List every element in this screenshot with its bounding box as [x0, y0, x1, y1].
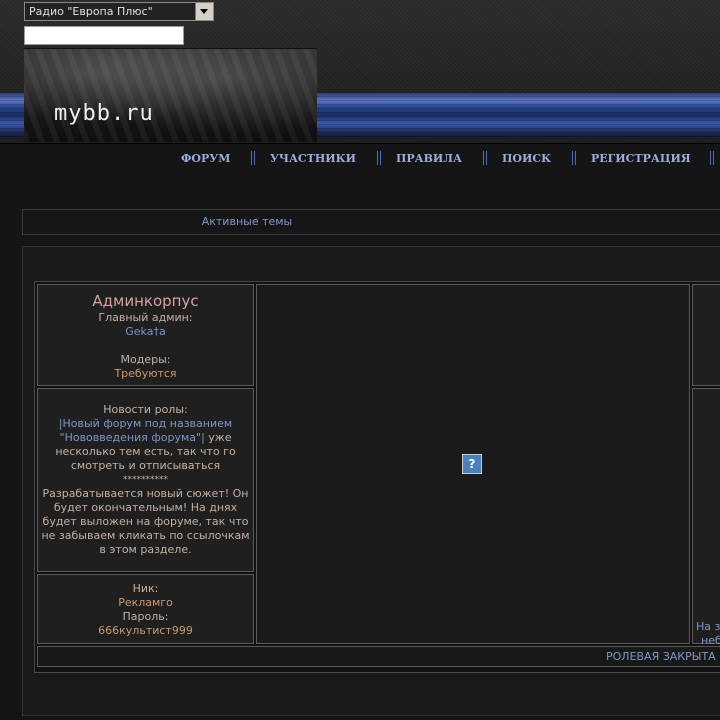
nav-register[interactable]: РЕГИСТРАЦИЯ [591, 149, 691, 169]
right-partial-line: На з [696, 620, 720, 633]
nav-rules[interactable]: ПРАВИЛА [396, 149, 462, 169]
main-admin-label: Главный админ: [98, 311, 193, 324]
active-topics-link[interactable]: Активные темы [23, 210, 471, 234]
moders-value: Требуются [114, 367, 177, 380]
main-nav: ФОРУМ УЧАСТНИКИ ПРАВИЛА ПОИСК РЕГИСТРАЦИ… [0, 149, 720, 171]
nick-value: Рекламго [118, 596, 173, 609]
news-body: Разрабатывается новый сюжет! Он будет ок… [41, 487, 250, 556]
admin-block: Админкорпус Главный админ: Geka†a Модеры… [37, 284, 254, 386]
nav-separator [377, 151, 381, 165]
password-label: Пароль: [122, 610, 169, 623]
radio-select-value: Радио "Европа Плюс" [29, 5, 153, 18]
right-partial-text: На з неб [690, 620, 720, 648]
nav-separator [710, 151, 714, 165]
nav-forum[interactable]: ФОРУМ [181, 149, 230, 169]
moders-label: Модеры: [120, 353, 171, 366]
radio-select[interactable]: Радио "Европа Плюс" [24, 2, 214, 21]
logo-text: mybb.ru [54, 101, 154, 126]
logo-artwork [24, 49, 317, 142]
active-topics-bar: Активные темы [22, 209, 720, 235]
center-image-cell: ? [256, 284, 690, 644]
chevron-down-icon[interactable] [195, 3, 213, 20]
main-admin-link[interactable]: Geka†a [38, 325, 253, 339]
nav-separator [572, 151, 576, 165]
site-logo[interactable]: mybb.ru [24, 48, 317, 142]
ad-account-block: Ник: Рекламго Пароль: 666культист999 [37, 574, 254, 644]
right-block-bottom [692, 388, 720, 644]
search-input[interactable] [24, 26, 184, 45]
news-separator: ********** [123, 475, 168, 485]
news-title: Новости ролы: [103, 403, 188, 416]
news-paragraph: |Новый форум под названием "Нововведения… [41, 417, 250, 473]
news-block: Новости ролы: |Новый форум под названием… [37, 388, 254, 572]
site-header: Радио "Европа Плюс" mybb.ru [0, 0, 720, 144]
broken-image-icon[interactable]: ? [462, 454, 482, 474]
password-value: 666культист999 [98, 624, 193, 637]
right-block-top [692, 284, 720, 386]
nav-separator [251, 151, 255, 165]
admin-block-title: Админкорпус [92, 292, 199, 310]
nav-members[interactable]: УЧАСТНИКИ [270, 149, 356, 169]
footer-notice-bar: РОЛЕВАЯ ЗАКРЫТА Н [37, 646, 720, 667]
footer-notice-text: РОЛЕВАЯ ЗАКРЫТА Н [606, 650, 720, 663]
nav-separator [483, 151, 487, 165]
nick-label: Ник: [132, 582, 159, 595]
nav-search[interactable]: ПОИСК [502, 149, 551, 169]
content-table: Админкорпус Главный админ: Geka†a Модеры… [34, 281, 720, 673]
